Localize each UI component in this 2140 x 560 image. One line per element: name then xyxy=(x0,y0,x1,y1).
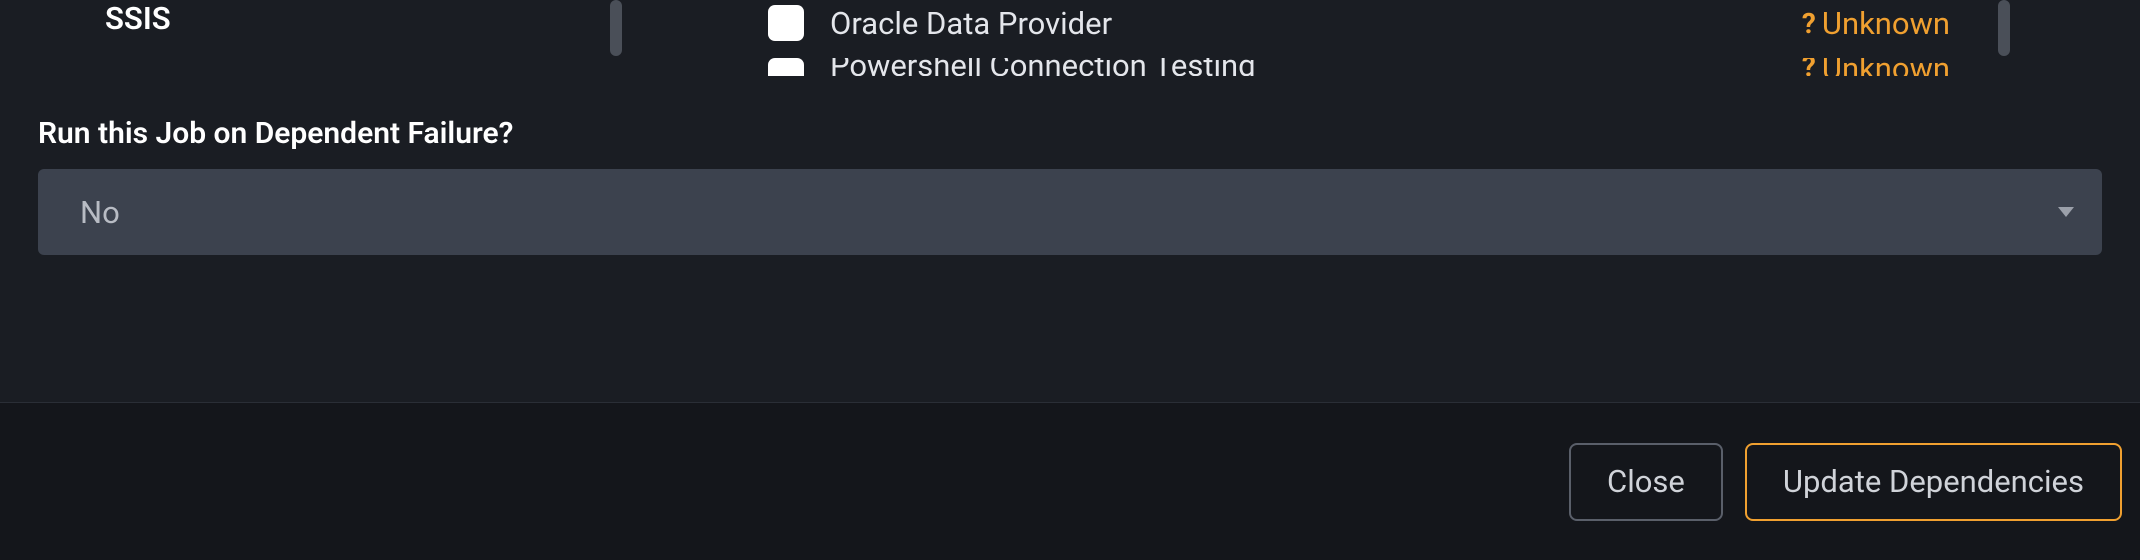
question-icon: ? xyxy=(1802,7,1816,40)
run-on-failure-label: Run this Job on Dependent Failure? xyxy=(38,116,2102,151)
status-text: Unknown xyxy=(1822,58,1950,76)
close-button[interactable]: Close xyxy=(1569,443,1723,521)
dependency-list: Oracle Data Provider Powershell Connecti… xyxy=(768,0,1328,88)
dependency-checkbox[interactable] xyxy=(768,5,804,41)
status-text: Unknown xyxy=(1822,5,1950,42)
dialog-footer: Close Update Dependencies xyxy=(0,402,2140,560)
status-badge-unknown: ? Unknown xyxy=(1802,0,1950,46)
dependency-checkbox[interactable] xyxy=(768,58,804,76)
dependency-label: Oracle Data Provider xyxy=(830,5,1112,42)
run-on-failure-select[interactable]: No xyxy=(38,169,2102,255)
dependency-row: Powershell Connection Testing xyxy=(768,58,1328,76)
left-scrollbar[interactable] xyxy=(610,0,622,56)
right-scrollbar[interactable] xyxy=(1998,0,2010,56)
status-badge-unknown: ? Unknown xyxy=(1802,58,1950,76)
dependency-row: Oracle Data Provider xyxy=(768,0,1328,46)
select-value: No xyxy=(80,194,120,231)
dependency-label: Powershell Connection Testing xyxy=(830,58,1256,76)
question-icon: ? xyxy=(1802,58,1816,76)
category-item-ssis[interactable]: SSIS xyxy=(105,0,171,37)
update-dependencies-button[interactable]: Update Dependencies xyxy=(1745,443,2122,521)
status-column: ? Unknown ? Unknown xyxy=(1802,0,1950,88)
chevron-down-icon xyxy=(2058,207,2074,217)
